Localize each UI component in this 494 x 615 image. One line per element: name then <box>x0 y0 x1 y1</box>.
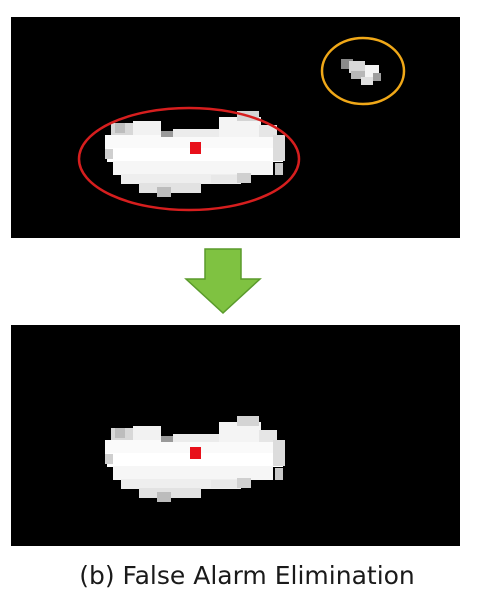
panel-before-elimination <box>11 17 460 238</box>
figure-caption: (b) False Alarm Elimination <box>79 561 415 590</box>
before-elimination-image <box>11 17 460 238</box>
target-marker <box>190 447 201 459</box>
target-marker <box>190 142 201 154</box>
after-elimination-image <box>11 325 460 546</box>
panel-after-elimination <box>11 325 460 546</box>
down-arrow-icon <box>183 247 263 315</box>
